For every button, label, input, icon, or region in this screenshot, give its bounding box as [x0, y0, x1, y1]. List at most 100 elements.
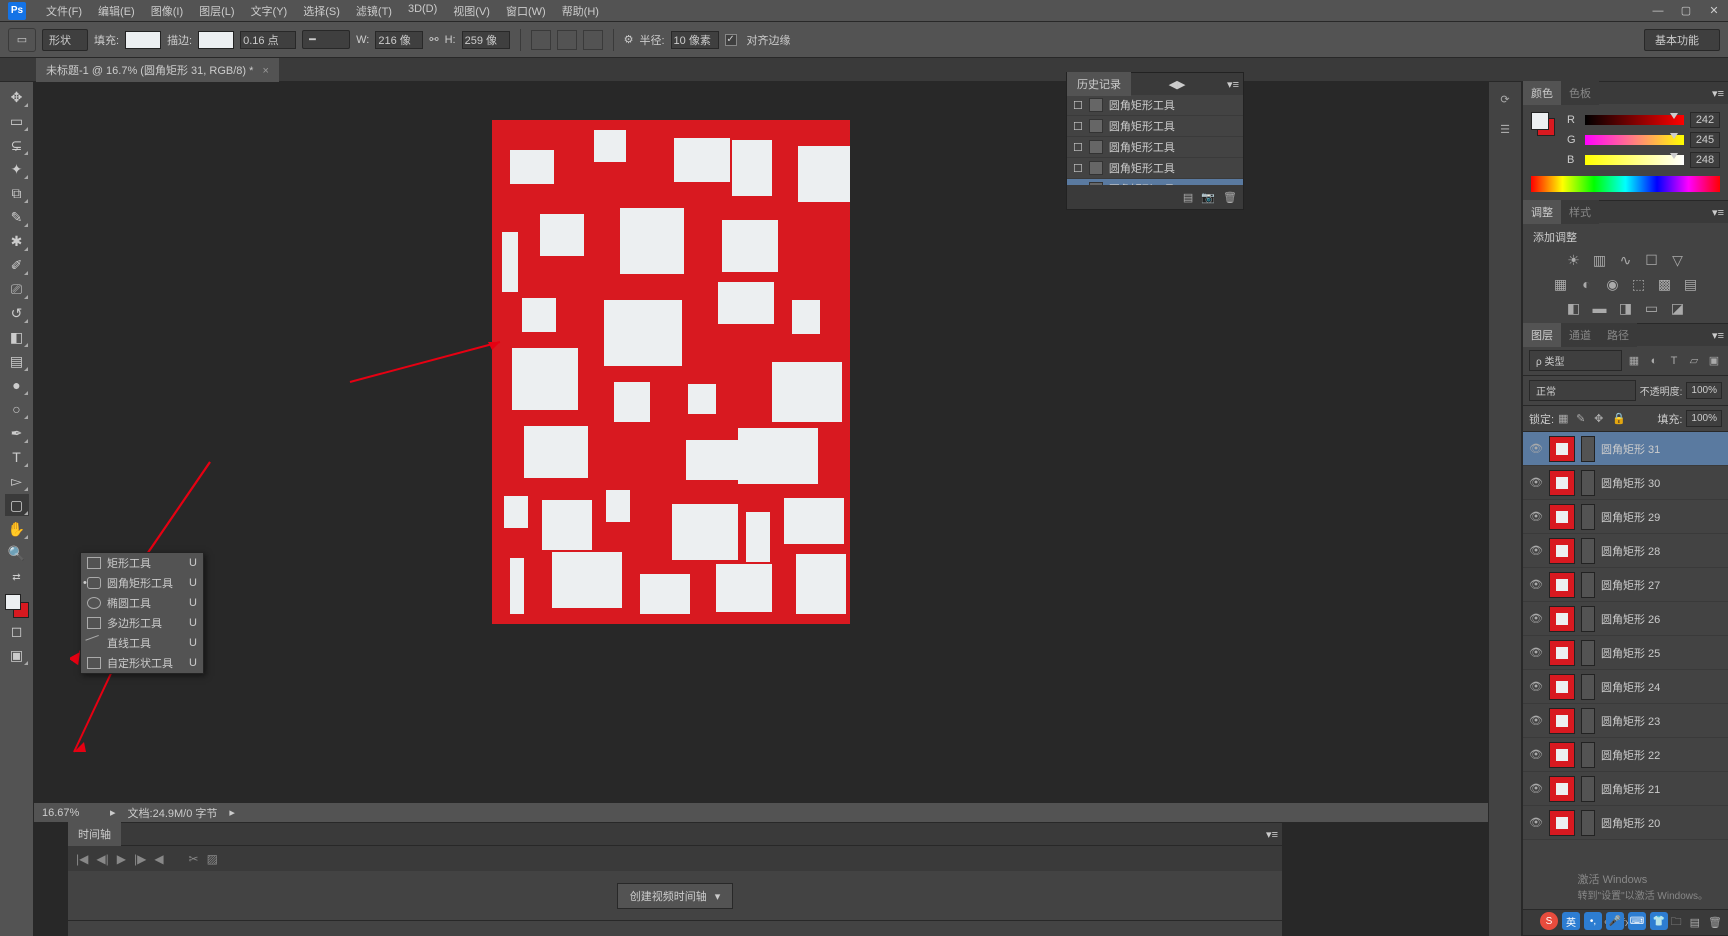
tool-preset-icon[interactable]: ▭: [8, 28, 36, 52]
filter-adj-icon[interactable]: ◐: [1646, 353, 1662, 369]
visibility-icon[interactable]: 👁: [1529, 646, 1543, 660]
history-item[interactable]: ☐圆角矩形工具: [1067, 158, 1243, 179]
ime-lang-icon[interactable]: 英: [1562, 912, 1580, 930]
shape-rect[interactable]: [796, 554, 846, 614]
more-icon[interactable]: ▤: [1682, 275, 1700, 293]
panel-menu-icon[interactable]: ▾≡: [1708, 87, 1728, 100]
channels-tab[interactable]: 通道: [1561, 323, 1599, 347]
color-swatches[interactable]: [5, 594, 29, 618]
layer-mask-thumbnail[interactable]: [1581, 538, 1595, 564]
layer-name[interactable]: 圆角矩形 28: [1601, 543, 1660, 559]
shape-rect[interactable]: [614, 382, 650, 422]
visibility-icon[interactable]: 👁: [1529, 816, 1543, 830]
timeline-tab[interactable]: 时间轴: [68, 822, 121, 846]
new-doc-from-state-icon[interactable]: ▤: [1183, 191, 1193, 204]
menu-item[interactable]: 编辑(E): [90, 3, 143, 19]
layer-name[interactable]: 圆角矩形 20: [1601, 815, 1660, 831]
layer-mask-thumbnail[interactable]: [1581, 674, 1595, 700]
shape-rect[interactable]: [722, 220, 778, 272]
shape-rect[interactable]: [542, 500, 592, 550]
layer-mask-thumbnail[interactable]: [1581, 640, 1595, 666]
layer-thumbnail[interactable]: [1549, 538, 1575, 564]
move-tool[interactable]: ✥: [5, 86, 29, 108]
canvas-area[interactable]: 矩形工具U圆角矩形工具U椭圆工具U多边形工具U直线工具U自定形状工具U 16.6…: [34, 82, 1488, 936]
layer-name[interactable]: 圆角矩形 30: [1601, 475, 1660, 491]
layer-item[interactable]: 👁圆角矩形 31: [1523, 432, 1728, 466]
flyout-item[interactable]: 矩形工具U: [81, 553, 203, 573]
layer-item[interactable]: 👁圆角矩形 21: [1523, 772, 1728, 806]
layer-item[interactable]: 👁圆角矩形 26: [1523, 602, 1728, 636]
hue-icon[interactable]: ▦: [1552, 275, 1570, 293]
shape-rect[interactable]: [732, 140, 772, 196]
shape-rect[interactable]: [674, 138, 730, 182]
shape-rect[interactable]: [524, 426, 588, 478]
shape-rect[interactable]: [672, 504, 738, 560]
layer-thumbnail[interactable]: [1549, 810, 1575, 836]
visibility-icon[interactable]: 👁: [1529, 680, 1543, 694]
panel-collapse-icon[interactable]: ◀▶: [1165, 78, 1190, 91]
shape-rect[interactable]: [738, 428, 818, 484]
shape-rect[interactable]: [502, 232, 518, 292]
prev-frame-icon[interactable]: ◀|: [96, 852, 108, 866]
layer-mask-thumbnail[interactable]: [1581, 470, 1595, 496]
lasso-tool[interactable]: ⊊: [5, 134, 29, 156]
layer-mask-thumbnail[interactable]: [1581, 708, 1595, 734]
history-mini-icon[interactable]: ⟳: [1494, 88, 1516, 110]
lut-icon[interactable]: ▩: [1656, 275, 1674, 293]
stroke-width-input[interactable]: [240, 31, 296, 49]
delete-state-icon[interactable]: 🗑: [1223, 191, 1237, 204]
panel-menu-icon[interactable]: ▾≡: [1708, 329, 1728, 342]
new-layer-icon[interactable]: ▤: [1690, 916, 1700, 929]
color-tab[interactable]: 颜色: [1523, 81, 1561, 105]
play-icon[interactable]: ▶: [117, 852, 126, 866]
shape-rect[interactable]: [540, 214, 584, 256]
fill-value[interactable]: 100%: [1686, 410, 1722, 427]
menu-item[interactable]: 滤镜(T): [348, 3, 400, 19]
flyout-item[interactable]: 多边形工具U: [81, 613, 203, 633]
shape-rect[interactable]: [510, 150, 554, 184]
layer-name[interactable]: 圆角矩形 31: [1601, 441, 1660, 457]
visibility-icon[interactable]: 👁: [1529, 748, 1543, 762]
doc-info-arrow-icon[interactable]: ▸: [229, 806, 235, 819]
g-value[interactable]: 245: [1690, 132, 1720, 148]
heal-tool[interactable]: ✱: [5, 230, 29, 252]
zoom-arrow-icon[interactable]: ▸: [110, 806, 116, 819]
opacity-value[interactable]: 100%: [1686, 382, 1722, 399]
layer-name[interactable]: 圆角矩形 25: [1601, 645, 1660, 661]
wand-tool[interactable]: ✦: [5, 158, 29, 180]
shape-mode-select[interactable]: 形状: [42, 29, 88, 51]
layer-name[interactable]: 圆角矩形 22: [1601, 747, 1660, 763]
foreground-color-swatch[interactable]: [5, 594, 21, 610]
close-button[interactable]: ✕: [1700, 0, 1728, 22]
gradient-map-icon[interactable]: ▭: [1643, 299, 1661, 317]
shape-rect[interactable]: [640, 574, 690, 614]
menu-item[interactable]: 图像(I): [143, 3, 191, 19]
filter-smart-icon[interactable]: ▣: [1706, 353, 1722, 369]
layer-thumbnail[interactable]: [1549, 572, 1575, 598]
link-icon[interactable]: ⚯: [429, 33, 438, 46]
screenmode-tool[interactable]: ▣: [5, 644, 29, 666]
history-checkbox[interactable]: ☐: [1073, 120, 1083, 133]
layer-item[interactable]: 👁 圆角矩形 20: [1523, 806, 1728, 840]
blur-tool[interactable]: ●: [5, 374, 29, 396]
layer-thumbnail[interactable]: [1549, 606, 1575, 632]
visibility-icon[interactable]: 👁: [1529, 578, 1543, 592]
path-op-button[interactable]: [531, 30, 551, 50]
visibility-icon[interactable]: 👁: [1529, 612, 1543, 626]
delete-layer-icon[interactable]: 🗑: [1708, 916, 1722, 929]
shape-rect[interactable]: [606, 490, 630, 522]
layer-mask-thumbnail[interactable]: [1581, 436, 1595, 462]
layer-name[interactable]: 圆角矩形 23: [1601, 713, 1660, 729]
menu-item[interactable]: 文件(F): [38, 3, 90, 19]
vibrance-icon[interactable]: ▽: [1669, 251, 1687, 269]
adjustments-tab[interactable]: 调整: [1523, 200, 1561, 224]
shape-rect[interactable]: [686, 440, 738, 480]
layer-item[interactable]: 👁圆角矩形 28: [1523, 534, 1728, 568]
type-tool[interactable]: T: [5, 446, 29, 468]
shape-rect[interactable]: [504, 496, 528, 528]
eraser-tool[interactable]: ◧: [5, 326, 29, 348]
layer-name[interactable]: 圆角矩形 29: [1601, 509, 1660, 525]
layer-item[interactable]: 👁圆角矩形 23: [1523, 704, 1728, 738]
properties-mini-icon[interactable]: ☰: [1494, 118, 1516, 140]
history-item[interactable]: ☐圆角矩形工具: [1067, 137, 1243, 158]
